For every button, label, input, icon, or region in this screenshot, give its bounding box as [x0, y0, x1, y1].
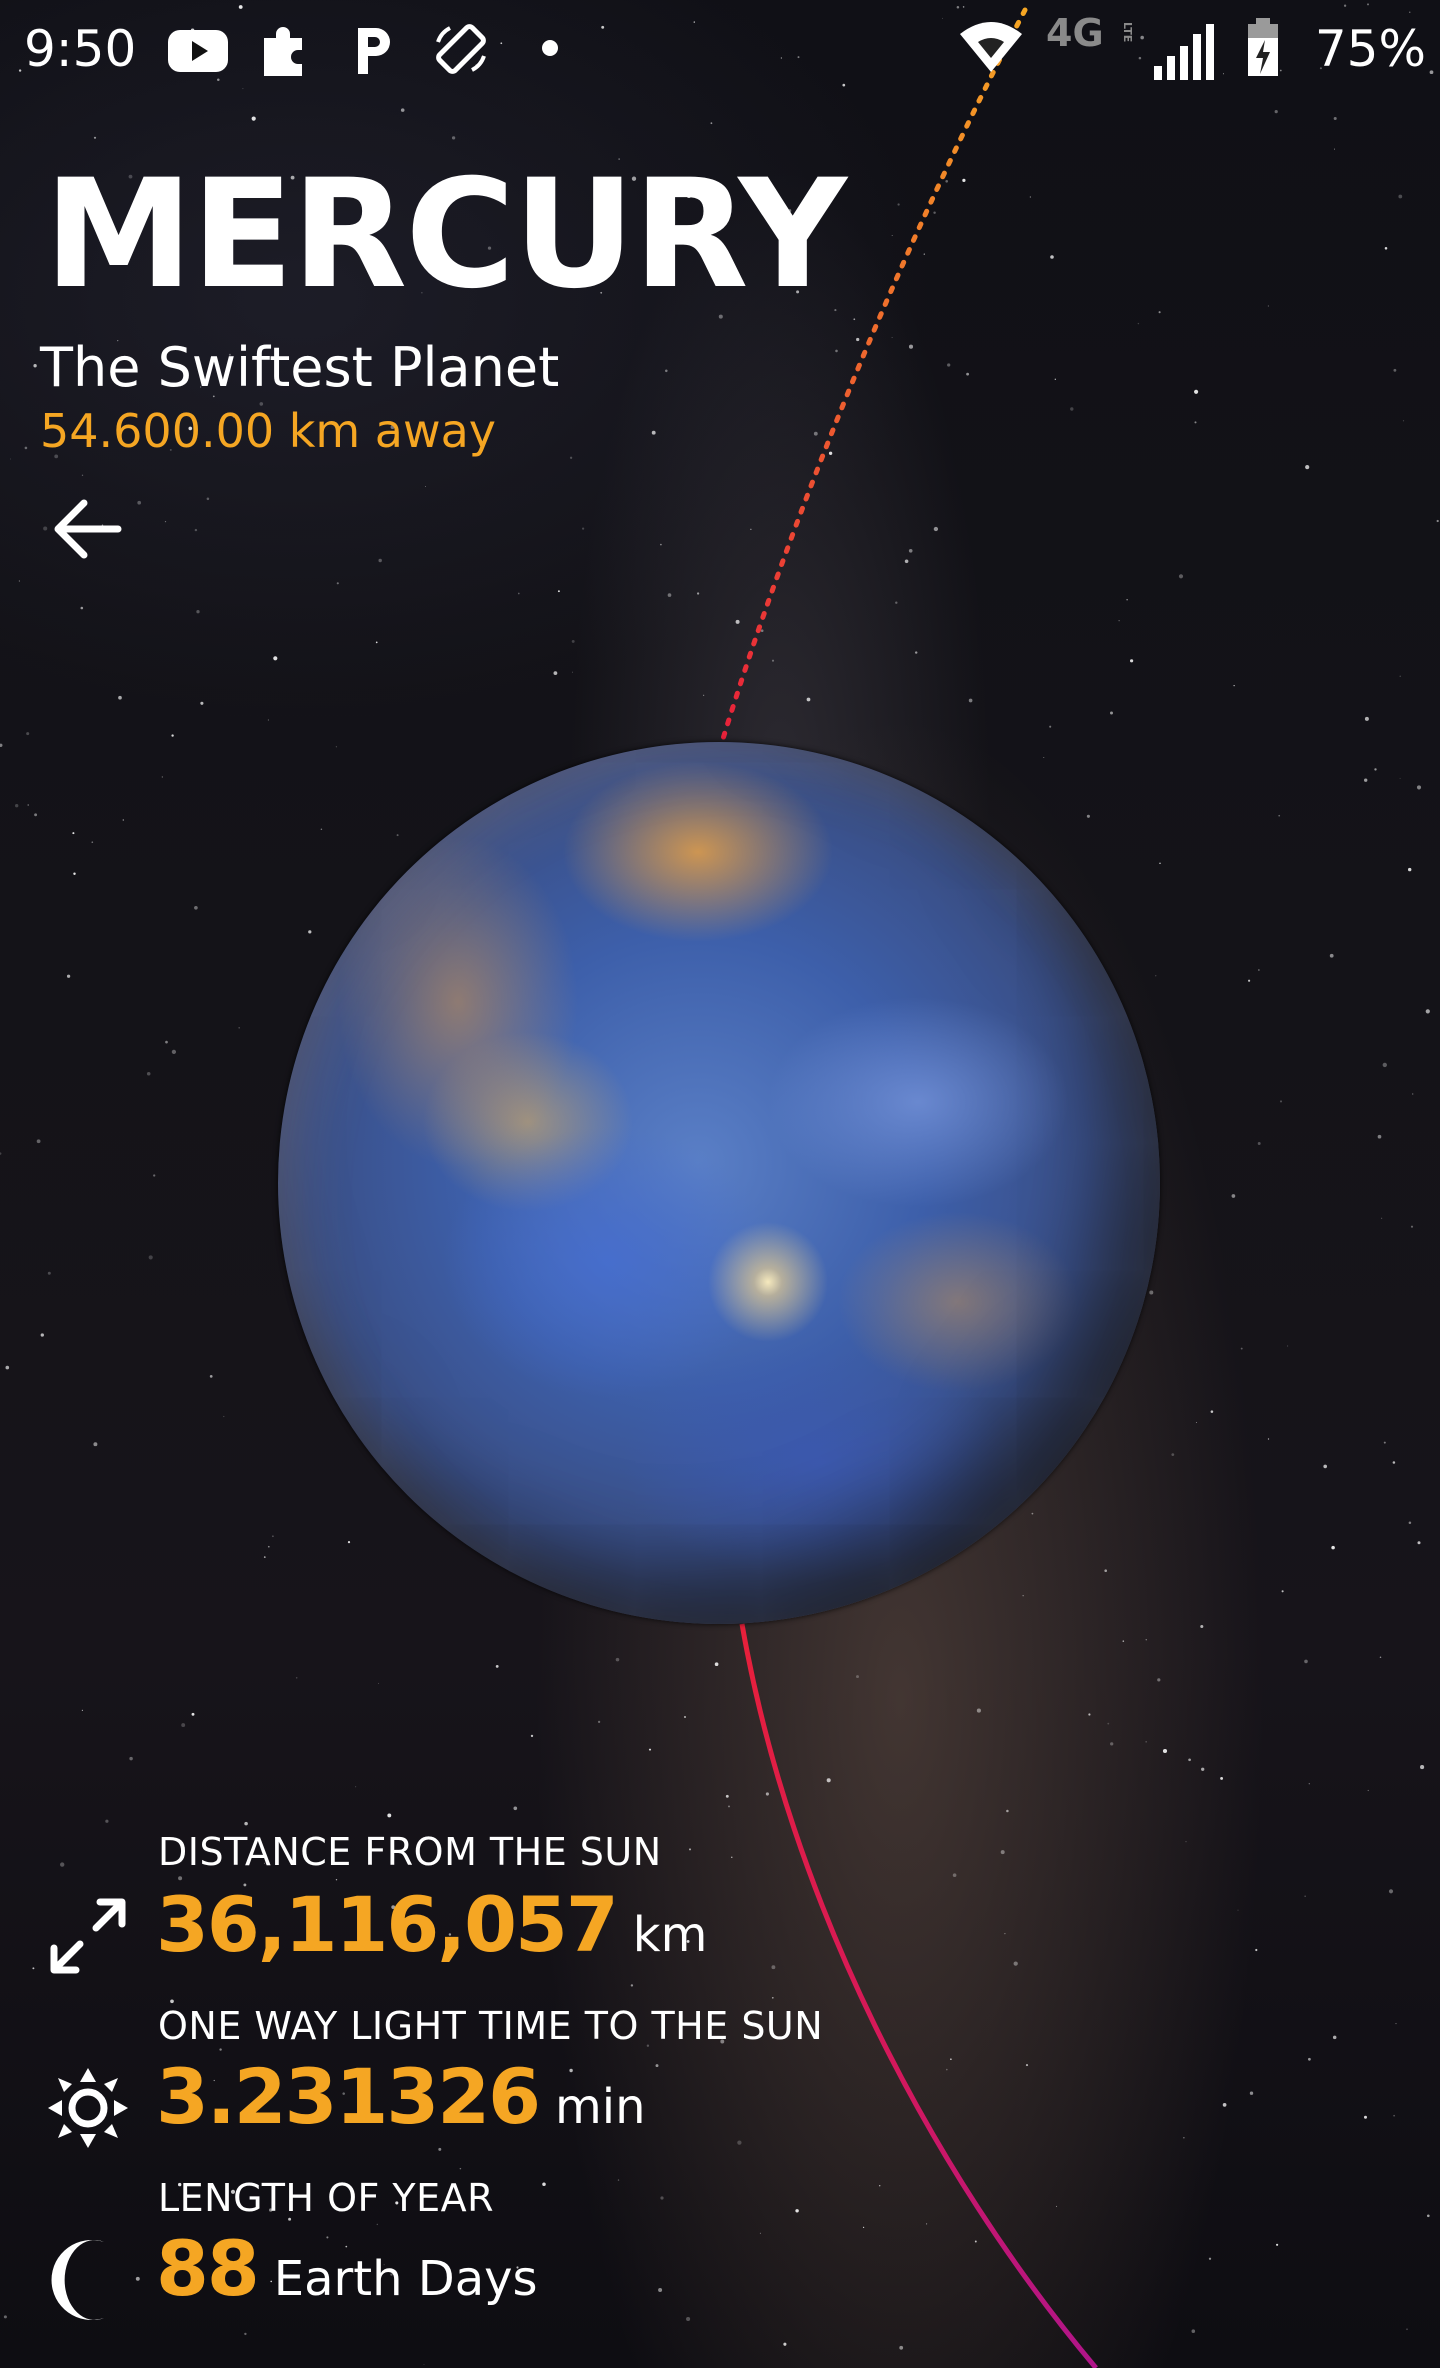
stat-value-light-time: 3.231326 [156, 2052, 541, 2141]
status-time: 9:50 [24, 20, 137, 78]
4g-lte-icon: 4G LTE [1046, 11, 1134, 54]
stat-label-distance: DISTANCE FROM THE SUN [158, 1830, 662, 1874]
signal-icon [1154, 24, 1214, 80]
youtube-icon [168, 30, 228, 72]
stat-label-light-time: ONE WAY LIGHT TIME TO THE SUN [158, 2004, 824, 2048]
battery-percent: 75% [1314, 20, 1426, 78]
mercury-planet-image[interactable] [278, 742, 1160, 1624]
sun-icon [48, 2068, 128, 2148]
stat-row-year: 88 Earth Days [156, 2224, 538, 2313]
stat-label-year: LENGTH OF YEAR [158, 2176, 495, 2220]
parking-icon [358, 28, 390, 74]
status-bar: 9:50 4G LTE 75% [0, 0, 1440, 100]
rotate-icon [436, 24, 486, 74]
stat-unit-year: Earth Days [273, 2251, 538, 2307]
stat-row-light-time: 3.231326 min [156, 2052, 646, 2141]
planet-title: MERCURY [44, 148, 847, 322]
svg-text:4G: 4G [1046, 11, 1104, 54]
distance-away-label: 54.600.00 km away [40, 404, 497, 458]
moon-icon [51, 2240, 104, 2320]
expand-arrows-icon [50, 1898, 126, 1974]
svg-text:LTE: LTE [1121, 22, 1134, 42]
dot-icon [542, 40, 558, 56]
planet-detail-screen: 9:50 4G LTE 75% MERCURY The Swiftest Pla… [0, 0, 1440, 2368]
puzzle-icon [264, 27, 302, 76]
stat-unit-light-time: min [555, 2079, 646, 2135]
orbit-solid-segment [739, 1623, 1098, 2368]
stat-row-distance: 36,116,057 km [156, 1880, 707, 1969]
stat-unit-distance: km [632, 1907, 708, 1963]
battery-charging-icon [1248, 18, 1278, 76]
wifi-icon [960, 22, 1022, 72]
planet-subtitle: The Swiftest Planet [40, 336, 560, 399]
stat-value-year: 88 [156, 2224, 260, 2313]
orbit-dotted-segment [719, 7, 1028, 745]
stat-value-distance: 36,116,057 [156, 1880, 619, 1969]
back-arrow-icon [54, 499, 122, 559]
back-button[interactable] [44, 486, 130, 572]
